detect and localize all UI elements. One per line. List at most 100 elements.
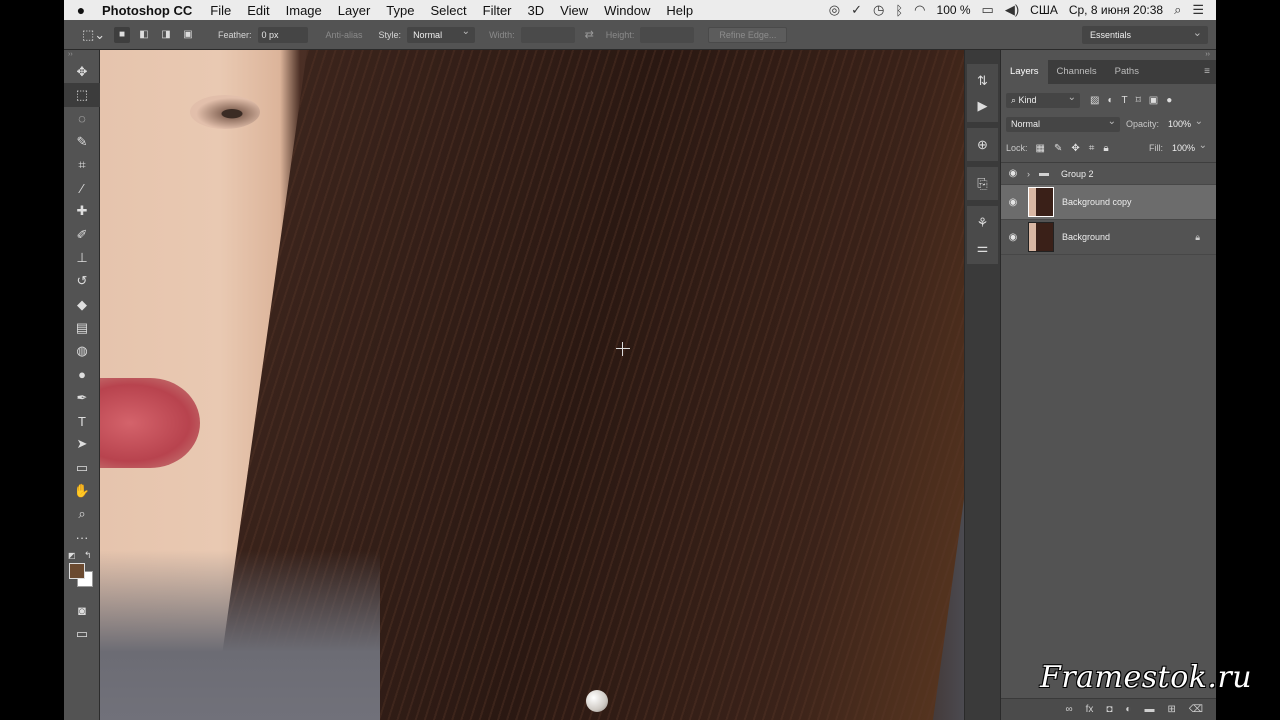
fill-input[interactable]: 100% — [1167, 138, 1211, 156]
brush-presets-panel-icon[interactable]: ⚘ — [967, 210, 998, 235]
filter-kind-select[interactable]: ⌕ Kind — [1006, 90, 1080, 108]
eraser-tool-icon[interactable]: ◆ — [64, 293, 100, 316]
menu-view[interactable]: View — [552, 3, 596, 18]
actions-panel-icon[interactable]: ▶ — [967, 93, 998, 118]
new-layer-icon[interactable]: ⊞ — [1167, 704, 1175, 715]
apple-icon[interactable]: ● — [64, 2, 98, 18]
creative-cloud-icon[interactable]: ◎ — [829, 2, 840, 18]
layer-row-group[interactable]: ◉ › ▬ Group 2 — [1001, 163, 1216, 185]
layer-style-icon[interactable]: fx — [1086, 704, 1094, 715]
notification-center-icon[interactable]: ☰ — [1192, 2, 1204, 18]
panel-menu-icon[interactable]: ≡ — [1204, 60, 1216, 84]
lock-position-icon[interactable]: ✥ — [1071, 143, 1079, 154]
blend-mode-select[interactable]: Normal — [1006, 114, 1120, 132]
lock-all-icon[interactable]: 🔒︎ — [1103, 143, 1108, 154]
volume-icon[interactable]: ◀) — [1005, 2, 1019, 18]
intersect-selection-icon[interactable]: ▣ — [180, 27, 196, 43]
delete-layer-icon[interactable]: ⌫ — [1189, 704, 1203, 715]
expand-group-icon[interactable]: › — [1027, 169, 1039, 179]
link-layers-icon[interactable]: ∞ — [1065, 704, 1072, 715]
menu-image[interactable]: Image — [278, 3, 330, 18]
menu-file[interactable]: File — [202, 3, 239, 18]
quick-selection-tool-icon[interactable]: ✎ — [64, 130, 100, 153]
clone-source-panel-icon[interactable]: ⎘ — [967, 171, 998, 196]
lock-transparent-icon[interactable]: ▦ — [1036, 143, 1045, 154]
menu-select[interactable]: Select — [422, 3, 474, 18]
refine-edge-button[interactable]: Refine Edge... — [708, 26, 788, 43]
menu-edit[interactable]: Edit — [239, 3, 277, 18]
pixel-filter-icon[interactable]: ▨ — [1090, 95, 1099, 106]
menu-layer[interactable]: Layer — [330, 3, 379, 18]
clock[interactable]: Ср, 8 июня 20:38 — [1069, 3, 1163, 17]
gradient-tool-icon[interactable]: ▤ — [64, 316, 100, 339]
crop-tool-icon[interactable]: ⌗ — [64, 153, 100, 176]
height-input[interactable] — [640, 26, 695, 43]
tab-paths[interactable]: Paths — [1106, 60, 1148, 84]
edit-toolbar-icon[interactable]: ··· — [64, 526, 100, 549]
feather-input[interactable]: 0 px — [257, 26, 308, 43]
rectangular-marquee-tool-icon[interactable]: ⬚ — [64, 83, 100, 107]
rectangle-tool-icon[interactable]: ▭ — [64, 456, 100, 479]
visibility-eye-icon[interactable]: ◉ — [1001, 232, 1025, 243]
layer-row-background[interactable]: ◉ Background 🔒︎ — [1001, 220, 1216, 255]
history-panel-icon[interactable]: ⇅ — [967, 68, 998, 93]
pen-tool-icon[interactable]: ✒ — [64, 386, 100, 409]
menu-help[interactable]: Help — [658, 3, 701, 18]
quick-mask-icon[interactable]: ◙ — [64, 599, 100, 622]
new-selection-icon[interactable]: ■ — [114, 26, 130, 43]
tab-channels[interactable]: Channels — [1048, 60, 1106, 84]
screen-mode-icon[interactable]: ▭ — [64, 623, 100, 646]
input-source[interactable]: США — [1030, 3, 1058, 17]
path-selection-tool-icon[interactable]: ➤ — [64, 433, 100, 456]
brush-tool-icon[interactable]: ✐ — [64, 223, 100, 246]
adjustments-panel-icon[interactable]: ⚌ — [967, 235, 998, 260]
smart-object-filter-icon[interactable]: ▣ — [1149, 95, 1158, 106]
move-tool-icon[interactable]: ✥ — [64, 60, 100, 83]
menu-type[interactable]: Type — [378, 3, 422, 18]
swap-colors-icon[interactable]: ↰ — [84, 550, 92, 561]
battery-icon[interactable]: ▭ — [982, 2, 994, 18]
default-colors-icon[interactable]: ◩ — [68, 551, 76, 560]
anti-alias-checkbox[interactable]: Anti-alias — [326, 30, 363, 40]
clone-stamp-tool-icon[interactable]: ⊥ — [64, 246, 100, 269]
panel-grip[interactable]: ›› — [64, 50, 99, 60]
filter-toggle-icon[interactable]: ● — [1166, 95, 1172, 106]
opacity-input[interactable]: 100% — [1163, 114, 1207, 132]
hand-tool-icon[interactable]: ✋ — [64, 479, 100, 502]
tab-layers[interactable]: Layers — [1001, 60, 1048, 84]
dodge-tool-icon[interactable]: ● — [64, 363, 100, 386]
app-menu[interactable]: Photoshop CC — [98, 3, 202, 18]
collapse-panel-icon[interactable]: ›› — [1001, 50, 1216, 60]
lock-image-icon[interactable]: ✎ — [1054, 143, 1062, 154]
type-tool-icon[interactable]: T — [64, 409, 100, 432]
width-input[interactable] — [520, 26, 575, 43]
new-adjustment-icon[interactable]: ◐ — [1125, 704, 1131, 715]
type-filter-icon[interactable]: T — [1122, 95, 1128, 106]
adjustment-filter-icon[interactable]: ◐ — [1107, 95, 1113, 106]
layer-row-background-copy[interactable]: ◉ Background copy — [1001, 185, 1216, 220]
document-canvas[interactable] — [100, 50, 964, 720]
spotlight-search-icon[interactable]: ⌕ — [1174, 2, 1181, 18]
wifi-icon[interactable]: ◠ — [914, 2, 925, 18]
bluetooth-icon[interactable]: ᛒ — [895, 3, 903, 18]
info-panel-icon[interactable]: ⊕ — [967, 132, 998, 157]
shape-filter-icon[interactable]: ⌑ — [1136, 95, 1141, 106]
blur-tool-icon[interactable]: ◍ — [64, 340, 100, 363]
healing-brush-tool-icon[interactable]: ✚ — [64, 200, 100, 223]
visibility-eye-icon[interactable]: ◉ — [1001, 197, 1025, 208]
lasso-tool-icon[interactable]: ◌ — [64, 107, 100, 130]
workspace-select[interactable]: Essentials — [1082, 24, 1208, 44]
swap-dimensions-icon[interactable]: ⇄ — [585, 28, 594, 41]
battery-percent[interactable]: 100 % — [937, 3, 971, 17]
zoom-tool-icon[interactable]: ⌕ — [64, 503, 100, 526]
add-mask-icon[interactable]: ◘ — [1106, 704, 1112, 715]
new-group-icon[interactable]: ▬ — [1144, 704, 1154, 715]
time-machine-icon[interactable]: ◷ — [873, 2, 884, 18]
eyedropper-tool-icon[interactable]: ⁄ — [64, 176, 100, 199]
menu-3d[interactable]: 3D — [520, 3, 553, 18]
lock-artboard-icon[interactable]: ⌗ — [1089, 143, 1095, 154]
menu-filter[interactable]: Filter — [475, 3, 520, 18]
add-to-selection-icon[interactable]: ◧ — [136, 27, 152, 43]
menu-window[interactable]: Window — [596, 3, 658, 18]
tool-preset-picker[interactable]: ⬚⌄ — [64, 27, 108, 43]
